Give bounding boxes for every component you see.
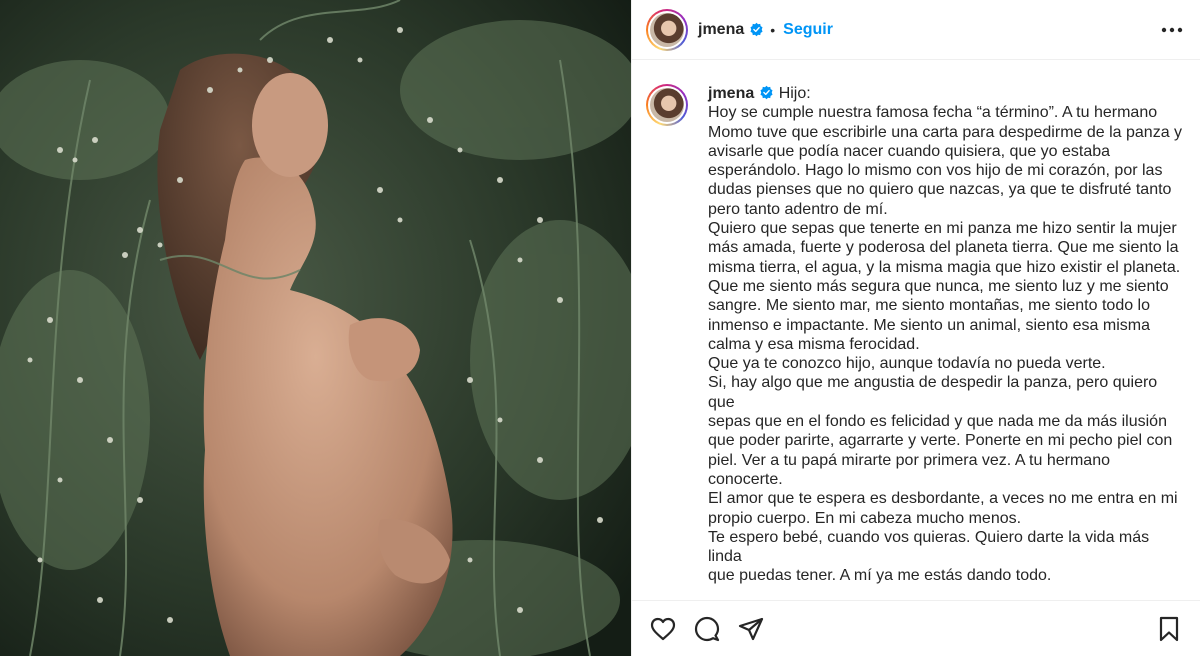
post-photo[interactable] — [0, 0, 631, 656]
username-link[interactable]: jmena — [698, 21, 744, 39]
post-modal: jmena • Seguir jmena Hijo: Hoy se cumple… — [0, 0, 1200, 656]
caption-avatar[interactable] — [646, 84, 688, 126]
comment-bubble-icon[interactable] — [692, 614, 722, 644]
follow-button[interactable]: Seguir — [783, 21, 833, 39]
avatar-frame — [648, 10, 686, 49]
caption-verified-badge-icon — [760, 85, 773, 100]
caption-avatar-frame — [648, 86, 686, 124]
verified-badge-icon — [750, 22, 763, 37]
avatar-image — [650, 12, 684, 47]
caption-avatar-image — [650, 88, 684, 122]
avatar[interactable] — [646, 8, 688, 51]
post-header: jmena • Seguir — [632, 0, 1200, 60]
post-image — [0, 0, 631, 656]
more-options-icon[interactable] — [1160, 18, 1184, 42]
bookmark-icon[interactable] — [1154, 614, 1184, 644]
action-bar — [632, 600, 1200, 656]
paper-plane-icon[interactable] — [736, 614, 766, 644]
caption-row: jmena Hijo: Hoy se cumple nuestra famosa… — [646, 84, 1186, 586]
heart-icon[interactable] — [648, 614, 678, 644]
caption-text-block: jmena Hijo: Hoy se cumple nuestra famosa… — [708, 84, 1186, 586]
caption-text: Hijo: Hoy se cumple nuestra famosa fecha… — [708, 85, 1183, 585]
caption-username-link[interactable]: jmena — [708, 85, 754, 102]
caption-section: jmena Hijo: Hoy se cumple nuestra famosa… — [632, 60, 1200, 600]
post-sidebar: jmena • Seguir jmena Hijo: Hoy se cumple… — [631, 0, 1200, 656]
separator-dot: • — [770, 21, 776, 38]
